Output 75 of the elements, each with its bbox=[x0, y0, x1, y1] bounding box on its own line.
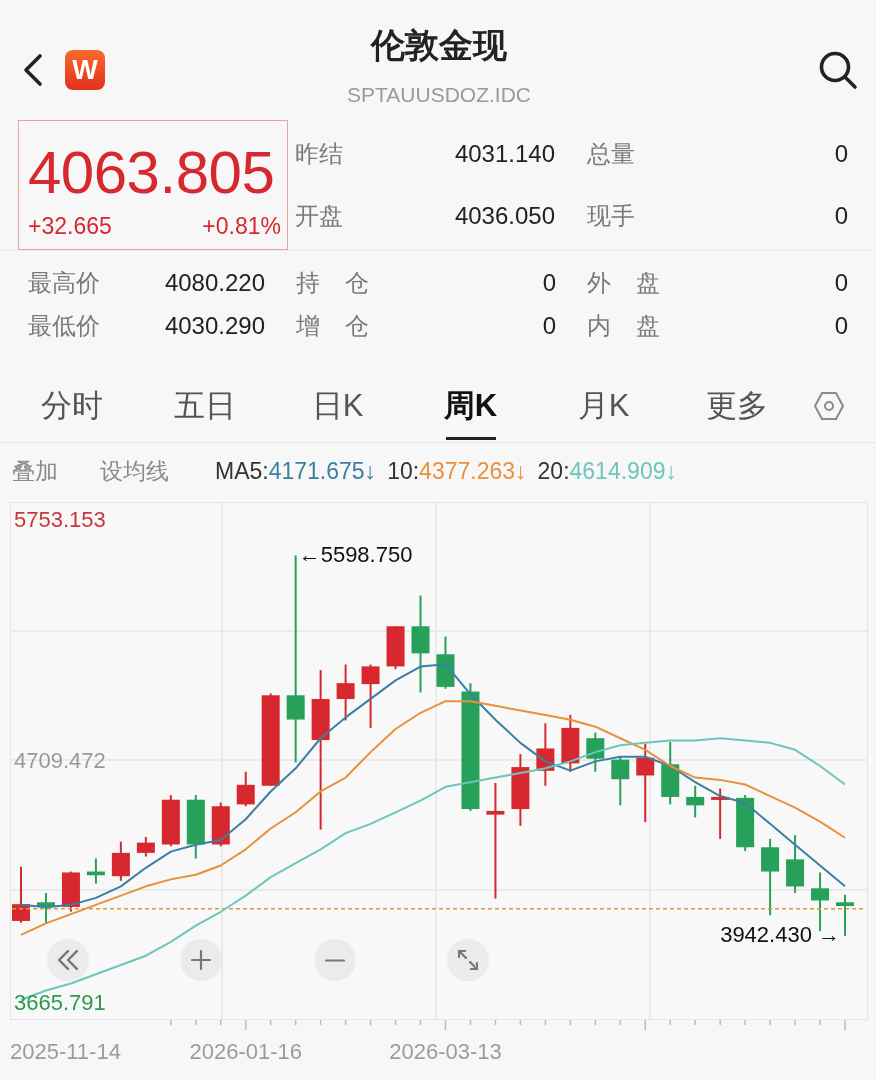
stat-label: 昨结 bbox=[295, 139, 343, 169]
last-price: 4063.805 bbox=[28, 141, 276, 205]
date-label: 2026-01-16 bbox=[189, 1038, 302, 1066]
price-annotation: ←5598.750 bbox=[298, 543, 413, 568]
falling-candle bbox=[436, 635, 455, 690]
period-tab[interactable]: 日K bbox=[271, 369, 404, 442]
ma-value: 4377.263↓ bbox=[419, 458, 527, 485]
falling-candle bbox=[661, 740, 680, 806]
rewind-button[interactable] bbox=[47, 939, 89, 981]
stat-value: 4031.140 bbox=[454, 140, 555, 168]
ma-value: 4171.675↓ bbox=[268, 458, 377, 485]
plus-icon bbox=[191, 950, 211, 970]
fullscreen-button[interactable] bbox=[447, 939, 489, 981]
stat-label: 最低价 bbox=[28, 311, 100, 341]
ma-label: 10: bbox=[387, 458, 420, 485]
rising-candle bbox=[361, 663, 380, 729]
zoom-in-button[interactable] bbox=[180, 939, 222, 981]
falling-candle bbox=[836, 893, 854, 937]
minus-icon bbox=[325, 958, 345, 962]
rising-candle bbox=[12, 865, 30, 924]
stat-value: 0 bbox=[834, 312, 848, 340]
price-annotation: 3942.430 → bbox=[720, 922, 840, 947]
falling-candle bbox=[686, 784, 705, 819]
stat-value: 0 bbox=[542, 269, 556, 297]
page-title: 伦敦金现 bbox=[371, 25, 507, 66]
rising-candle bbox=[336, 663, 355, 722]
stat-label: 最高价 bbox=[28, 268, 100, 298]
rising-candle bbox=[536, 722, 555, 787]
rising-candle bbox=[111, 840, 130, 882]
falling-candle bbox=[586, 731, 605, 773]
date-label: 2025-11-14 bbox=[10, 1038, 121, 1066]
period-tab[interactable]: 五日 bbox=[138, 369, 271, 442]
date-label: 2026-03-13 bbox=[389, 1038, 502, 1066]
stat-value: 4030.290 bbox=[164, 312, 265, 340]
stat-label: 增 仓 bbox=[296, 311, 369, 341]
settings-icon[interactable] bbox=[814, 390, 844, 421]
period-tab[interactable]: 更多 bbox=[670, 369, 803, 442]
stat-value: 4036.050 bbox=[454, 202, 555, 230]
price-change: +32.665 bbox=[28, 213, 112, 239]
stat-value: 0 bbox=[834, 140, 848, 168]
rising-candle bbox=[136, 836, 155, 858]
ma-value: 4614.909↓ bbox=[569, 458, 677, 485]
period-tab[interactable]: 月K bbox=[537, 369, 670, 442]
falling-candle bbox=[186, 794, 205, 860]
stat-label: 内 盘 bbox=[587, 311, 660, 341]
ma-label: MA5: bbox=[215, 458, 269, 485]
falling-candle bbox=[786, 834, 805, 894]
falling-candle bbox=[86, 857, 105, 885]
double-chevron-left-icon bbox=[58, 950, 78, 970]
falling-candle bbox=[736, 794, 755, 852]
stat-label: 总量 bbox=[587, 139, 635, 169]
period-tab[interactable]: 分时 bbox=[5, 369, 138, 442]
rising-candle bbox=[236, 770, 255, 808]
app-logo: W bbox=[65, 50, 105, 90]
stat-value: 0 bbox=[834, 269, 848, 297]
stat-value: 0 bbox=[542, 312, 556, 340]
symbol-code: SPTAUUSDOZ.IDC bbox=[347, 82, 531, 108]
rising-candle bbox=[711, 787, 730, 840]
stat-value: 4080.220 bbox=[164, 269, 265, 297]
y-axis-label: 3665.791 bbox=[14, 991, 106, 1015]
stat-label: 现手 bbox=[587, 201, 635, 231]
falling-candle bbox=[811, 871, 830, 933]
expand-icon bbox=[458, 950, 478, 970]
search-icon[interactable] bbox=[818, 50, 858, 90]
ma-label: 20: bbox=[537, 458, 570, 485]
stat-label: 外 盘 bbox=[587, 268, 660, 298]
y-axis-label: 5753.153 bbox=[14, 508, 106, 532]
stat-label: 开盘 bbox=[295, 201, 343, 231]
stat-value: 0 bbox=[834, 202, 848, 230]
y-axis-label: 4709.472 bbox=[14, 749, 106, 774]
period-tab[interactable]: 周K bbox=[404, 369, 537, 442]
stat-label: 持 仓 bbox=[296, 268, 369, 298]
falling-candle bbox=[36, 891, 55, 924]
rising-candle bbox=[561, 713, 580, 773]
percent-change: +0.81% bbox=[202, 213, 281, 239]
